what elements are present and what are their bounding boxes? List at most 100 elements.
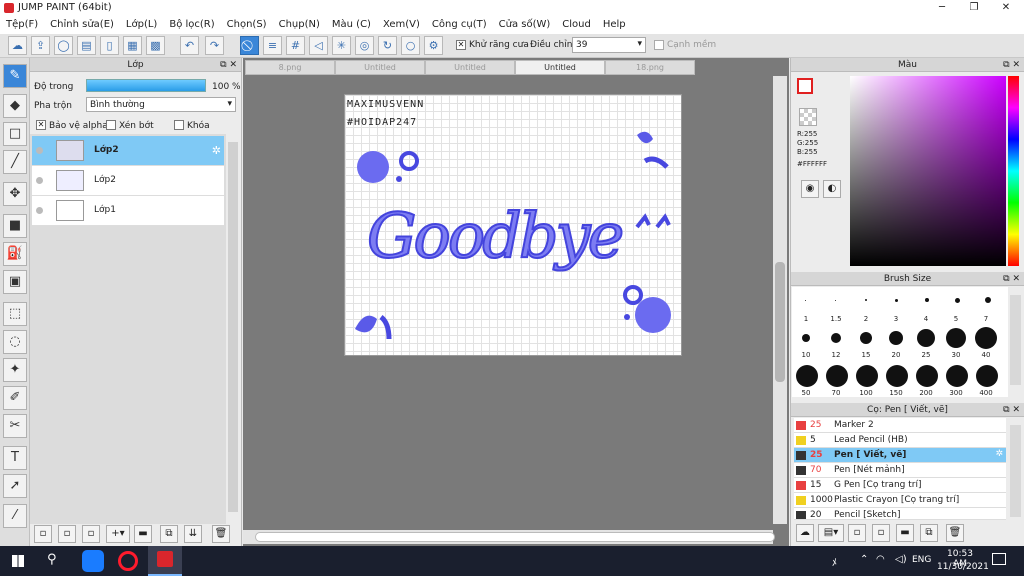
canvas-vertical-scrollbar[interactable] (773, 76, 787, 524)
fill-rect-tool-icon[interactable]: ■ (3, 214, 27, 238)
add-layer-menu-icon[interactable]: +▾ (106, 525, 130, 543)
tab-18-png[interactable]: 18.png (605, 60, 695, 75)
palette-edit-icon[interactable]: ◐ (823, 180, 841, 198)
brush-size-label[interactable]: 30 (941, 351, 971, 359)
layer-row[interactable]: Lớp1 (32, 196, 224, 226)
windows-start-icon[interactable] (12, 555, 24, 567)
eyedropper-icon[interactable]: ⁄ (3, 504, 27, 528)
grid-ruler-icon[interactable]: # (286, 36, 305, 55)
menu-window[interactable]: Cửa số(W) (493, 16, 557, 34)
menu-file[interactable]: Tệp(F) (0, 16, 44, 34)
lock-checkbox[interactable] (174, 120, 184, 130)
scroll-thumb[interactable] (775, 262, 785, 382)
magic-wand-icon[interactable]: ✦ (3, 358, 27, 382)
scroll-thumb[interactable] (255, 532, 775, 542)
menu-tools[interactable]: Công cụ(T) (426, 16, 493, 34)
brush-list-item[interactable]: 20 Pencil [Sketch] (794, 508, 1006, 520)
trash-icon[interactable]: 🗑 (946, 524, 964, 542)
menu-capture[interactable]: Chụp(N) (273, 16, 326, 34)
cloud-icon[interactable]: ☁ (8, 36, 27, 55)
add-brush-menu-icon[interactable]: ▤▾ (818, 524, 844, 542)
brush-size-label[interactable]: 7 (971, 315, 1001, 323)
lasso-select-icon[interactable]: ◌ (3, 330, 27, 354)
new-raster-layer-icon[interactable]: ▫ (58, 525, 76, 543)
brush-size-label[interactable]: 300 (941, 389, 971, 397)
clock-date[interactable]: 11/30/2021 (937, 562, 989, 572)
tab-untitled-3[interactable]: Untitled (515, 60, 605, 75)
brush-size-label[interactable]: 3 (881, 315, 911, 323)
menu-help[interactable]: Help (597, 16, 632, 34)
jump-paint-taskbar-icon[interactable] (148, 546, 182, 576)
brush-size-label[interactable]: 12 (821, 351, 851, 359)
new-brush-icon[interactable]: ▫ (872, 524, 890, 542)
visibility-icon[interactable] (36, 207, 43, 214)
menu-layer[interactable]: Lớp(L) (120, 16, 163, 34)
folder-icon[interactable]: ▬ (896, 524, 914, 542)
foreground-color-swatch[interactable] (797, 78, 813, 94)
download-brush-icon[interactable]: ☁ (796, 524, 814, 542)
notification-icon[interactable] (992, 553, 1006, 565)
clip-checkbox[interactable] (106, 120, 116, 130)
adjust-field[interactable]: 39 ▾ (572, 37, 646, 53)
brush-size-label[interactable]: 25 (911, 351, 941, 359)
gear-icon[interactable]: ✲ (212, 144, 221, 157)
bucket-tool-icon[interactable]: ⛽ (3, 242, 27, 266)
brush-list-item[interactable]: 5 Lead Pencil (HB) (794, 433, 1006, 448)
rectangle-tool-icon[interactable]: □ (3, 122, 27, 146)
brush-size-label[interactable]: 10 (791, 351, 821, 359)
brush-size-label[interactable]: 20 (881, 351, 911, 359)
opera-browser-icon[interactable] (118, 551, 138, 571)
grid-layout-icon[interactable]: ▩ (146, 36, 165, 55)
radial-icon[interactable]: ✳ (332, 36, 351, 55)
brush-size-label[interactable]: 100 (851, 389, 881, 397)
brush-list-item[interactable]: 25 Marker 2 (794, 418, 1006, 433)
panel-controls-icon[interactable]: ⧉ ✕ (1003, 272, 1020, 286)
menu-cloud[interactable]: Cloud (556, 16, 597, 34)
blend-mode-select[interactable]: Bình thường ▾ (86, 97, 236, 112)
layer-row[interactable]: Lớp2 ✲ (32, 136, 224, 166)
ruler-settings-icon[interactable]: ⚙ (424, 36, 443, 55)
close-button[interactable]: ✕ (990, 0, 1022, 16)
trash-icon[interactable]: 🗑 (212, 525, 230, 543)
opacity-slider[interactable] (86, 79, 206, 92)
speech-bubble-icon[interactable]: ◯ (54, 36, 73, 55)
panel-controls-icon[interactable]: ⧉ ✕ (220, 58, 237, 72)
search-icon[interactable]: ⚲ (47, 552, 57, 567)
menu-color[interactable]: Màu (C) (326, 16, 377, 34)
brush-tool-icon[interactable]: ✎ (3, 64, 27, 88)
brush-list-item[interactable]: 1000 Plastic Crayon [Cọ trang trí] (794, 493, 1006, 508)
parallel-lines-icon[interactable]: ≡ (263, 36, 282, 55)
caption-icon[interactable]: ▤ (77, 36, 96, 55)
gear-icon[interactable]: ✲ (995, 449, 1003, 459)
visibility-icon[interactable] (36, 147, 43, 154)
line-tool-icon[interactable]: ╱ (3, 150, 27, 174)
brush-size-label[interactable]: 70 (821, 389, 851, 397)
select-eraser-icon[interactable]: ✂ (3, 414, 27, 438)
brush-size-label[interactable]: 400 (971, 389, 1001, 397)
export-icon[interactable]: ⇪ (31, 36, 50, 55)
perspective-icon[interactable]: ◁ (309, 36, 328, 55)
move-tool-icon[interactable]: ✥ (3, 182, 27, 206)
new-text-layer-icon[interactable]: ▫ (82, 525, 100, 543)
language-indicator[interactable]: ENG (912, 555, 931, 565)
operation-tool-icon[interactable]: ➚ (3, 474, 27, 498)
people-icon[interactable]: ﾒ (832, 554, 837, 569)
brush-size-label[interactable]: 50 (791, 389, 821, 397)
tab-untitled-1[interactable]: Untitled (335, 60, 425, 75)
layer-scrollbar[interactable] (228, 142, 238, 512)
undo-icon[interactable]: ↶ (180, 36, 199, 55)
antialias-checkbox[interactable]: ✕ (456, 40, 466, 50)
rect-select-icon[interactable]: ⬚ (3, 302, 27, 326)
minimize-button[interactable]: ─ (926, 0, 958, 16)
menu-edit[interactable]: Chỉnh sửa(E) (44, 16, 120, 34)
menu-view[interactable]: Xem(V) (377, 16, 426, 34)
tab-untitled-2[interactable]: Untitled (425, 60, 515, 75)
merge-icon[interactable]: ⇊ (184, 525, 202, 543)
folder-icon[interactable]: ▬ (134, 525, 152, 543)
page-icon[interactable]: ▯ (100, 36, 119, 55)
curve-ruler-icon[interactable]: ↻ (378, 36, 397, 55)
volume-icon[interactable]: ◁) (895, 554, 907, 565)
canvas-horizontal-scrollbar[interactable] (243, 530, 775, 544)
layout-icon[interactable]: ▦ (123, 36, 142, 55)
no-ruler-icon[interactable]: ⃠ (240, 36, 259, 55)
